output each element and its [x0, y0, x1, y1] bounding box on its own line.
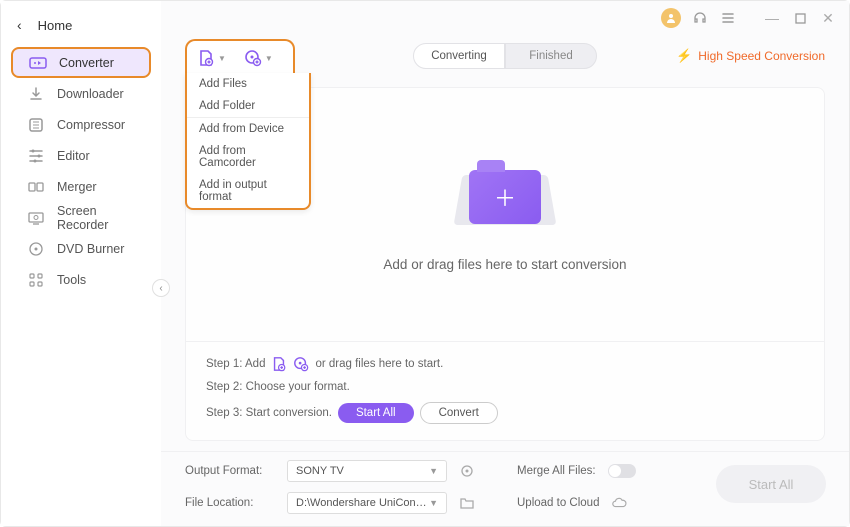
- add-file-icon: [271, 356, 287, 372]
- sidebar-item-label: Downloader: [57, 87, 124, 101]
- sidebar-item-label: Merger: [57, 180, 97, 194]
- add-dropdown: Add Files Add Folder Add from Device Add…: [185, 73, 311, 210]
- sidebar-item-label: Converter: [59, 56, 114, 70]
- chevron-down-icon: ▼: [265, 54, 273, 63]
- downloader-icon: [27, 85, 45, 103]
- close-button[interactable]: ✕: [819, 9, 837, 27]
- sidebar-item-label: DVD Burner: [57, 242, 124, 256]
- minimize-button[interactable]: —: [763, 9, 781, 27]
- file-location-value: D:\Wondershare UniConverter 1: [296, 497, 429, 509]
- output-format-select[interactable]: SONY TV ▼: [287, 460, 447, 482]
- titlebar: — ✕: [161, 1, 849, 35]
- dropdown-item-add-output-format[interactable]: Add in output format: [187, 174, 309, 208]
- step1-text-pre: Step 1: Add: [206, 358, 265, 370]
- open-folder-icon[interactable]: [459, 495, 475, 511]
- steps-area: Step 1: Add or drag files here to start.…: [186, 341, 824, 440]
- compressor-icon: [27, 116, 45, 134]
- dropdown-item-add-device[interactable]: Add from Device: [187, 118, 309, 140]
- chevron-down-icon: ▼: [429, 466, 438, 476]
- sidebar-item-screen-recorder[interactable]: Screen Recorder: [11, 202, 151, 233]
- tools-icon: [27, 271, 45, 289]
- upload-cloud-label: Upload to Cloud: [517, 497, 599, 509]
- cloud-icon[interactable]: [611, 495, 627, 511]
- output-format-label: Output Format:: [185, 465, 275, 477]
- dropdown-item-add-files[interactable]: Add Files: [187, 73, 309, 95]
- sidebar-item-merger[interactable]: Merger: [11, 171, 151, 202]
- bolt-icon: ⚡: [676, 48, 692, 64]
- start-all-button-small[interactable]: Start All: [338, 403, 414, 423]
- high-speed-label: High Speed Conversion: [698, 49, 825, 63]
- back-home[interactable]: ‹ Home: [1, 9, 161, 41]
- settings-gear-icon[interactable]: [459, 463, 475, 479]
- step3-text: Step 3: Start conversion.: [206, 407, 332, 419]
- convert-button[interactable]: Convert: [420, 402, 498, 424]
- merge-toggle[interactable]: [608, 464, 636, 478]
- high-speed-conversion[interactable]: ⚡ High Speed Conversion: [676, 48, 825, 64]
- screen-recorder-icon: [27, 209, 45, 227]
- sidebar-item-compressor[interactable]: Compressor: [11, 109, 151, 140]
- sidebar-item-label: Tools: [57, 273, 86, 287]
- merger-icon: [27, 178, 45, 196]
- main-area: — ✕ ▼ ▼ Add Files Add Folder: [161, 1, 849, 526]
- drop-prompt: Add or drag files here to start conversi…: [383, 257, 626, 272]
- sidebar-item-converter[interactable]: Converter: [11, 47, 151, 78]
- user-avatar[interactable]: [661, 8, 681, 28]
- sidebar-item-label: Screen Recorder: [57, 204, 135, 232]
- dvd-burner-icon: [27, 240, 45, 258]
- tab-converting[interactable]: Converting: [413, 43, 505, 69]
- step1-text-post: or drag files here to start.: [315, 358, 443, 370]
- maximize-button[interactable]: [791, 9, 809, 27]
- top-toolbar: ▼ ▼ Add Files Add Folder Add from Device…: [161, 35, 849, 77]
- step-3: Step 3: Start conversion. Start All Conv…: [206, 402, 804, 424]
- add-dvd-button[interactable]: ▼: [244, 49, 273, 67]
- editor-icon: [27, 147, 45, 165]
- start-all-button[interactable]: Start All: [716, 465, 826, 503]
- sidebar-item-dvd-burner[interactable]: DVD Burner: [11, 233, 151, 264]
- tab-finished[interactable]: Finished: [505, 43, 597, 69]
- folder-illustration: ＋: [450, 157, 560, 237]
- chevron-down-icon: ▼: [429, 498, 438, 508]
- add-dvd-icon: [293, 356, 309, 372]
- file-location-label: File Location:: [185, 497, 275, 509]
- sidebar-item-tools[interactable]: Tools: [11, 264, 151, 295]
- home-label: Home: [38, 18, 73, 33]
- add-button-group: ▼ ▼ Add Files Add Folder Add from Device…: [185, 39, 295, 73]
- sidebar-item-label: Compressor: [57, 118, 125, 132]
- add-file-icon: [197, 49, 215, 67]
- plus-icon: ＋: [494, 181, 516, 213]
- sidebar-item-downloader[interactable]: Downloader: [11, 78, 151, 109]
- step-2: Step 2: Choose your format.: [206, 381, 804, 393]
- merge-label: Merge All Files:: [517, 465, 596, 477]
- menu-icon[interactable]: [719, 9, 737, 27]
- file-location-select[interactable]: D:\Wondershare UniConverter 1 ▼: [287, 492, 447, 514]
- step-1: Step 1: Add or drag files here to start.: [206, 356, 804, 372]
- sidebar-item-editor[interactable]: Editor: [11, 140, 151, 171]
- output-format-value: SONY TV: [296, 465, 344, 477]
- add-file-button[interactable]: ▼: [197, 49, 226, 67]
- sidebar: ‹ Home Converter Downloader Compressor E…: [1, 1, 161, 526]
- dropdown-item-add-camcorder[interactable]: Add from Camcorder: [187, 140, 309, 174]
- dropdown-item-add-folder[interactable]: Add Folder: [187, 95, 309, 117]
- sidebar-collapse-button[interactable]: ‹: [152, 279, 170, 297]
- sidebar-item-label: Editor: [57, 149, 90, 163]
- tab-segment: Converting Finished: [413, 43, 597, 69]
- add-dvd-icon: [244, 49, 262, 67]
- step2-text: Step 2: Choose your format.: [206, 381, 350, 393]
- headset-icon[interactable]: [691, 9, 709, 27]
- converter-icon: [29, 54, 47, 72]
- bottom-bar: Output Format: SONY TV ▼ Merge All Files…: [161, 451, 849, 526]
- chevron-down-icon: ▼: [218, 54, 226, 63]
- back-icon: ‹: [17, 17, 22, 33]
